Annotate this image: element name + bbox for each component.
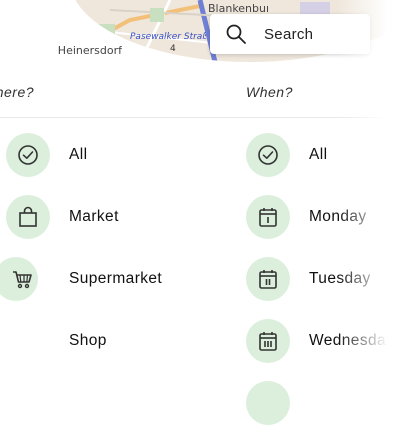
where-item-shop[interactable]: Shop (0, 319, 230, 363)
when-tuesday-icon-bg (246, 257, 290, 301)
search-bar[interactable]: Search (210, 14, 370, 54)
when-item-all[interactable]: All (240, 133, 400, 177)
where-item-market[interactable]: Market (0, 195, 230, 239)
map-label-route: 4 (170, 44, 176, 54)
calendar-i-icon (259, 208, 277, 227)
check-circle-icon (18, 145, 38, 165)
cart-icon (13, 271, 32, 289)
where-all-icon-bg (6, 133, 50, 177)
when-item-label: Tuesday (309, 270, 371, 287)
where-header: Where? (0, 84, 72, 100)
where-item-label: Supermarket (69, 270, 163, 287)
when-item-tuesday[interactable]: Tuesday (240, 257, 400, 301)
where-item-all[interactable]: All (0, 133, 230, 177)
where-header-text: Where? (0, 84, 35, 100)
when-item-label: Monday (309, 208, 367, 225)
divider (0, 117, 382, 118)
when-wednesday-icon-bg (246, 319, 290, 363)
map-label-district: Heinersdorf (58, 44, 122, 57)
when-next-icon-bg (246, 381, 290, 425)
when-item-label: All (309, 146, 328, 163)
bag-icon (19, 206, 37, 227)
where-item-supermarket[interactable]: Supermarket (0, 257, 230, 301)
where-market-icon-bg (6, 195, 50, 239)
when-item-label: Wednesday (309, 332, 395, 349)
where-item-label: Market (69, 208, 119, 225)
search-icon (226, 24, 246, 44)
when-monday-icon-bg (246, 195, 290, 239)
calendar-iii-icon (259, 332, 277, 351)
where-item-label: Shop (69, 332, 107, 349)
map-label-street: Pasewalker Straße (130, 32, 206, 42)
calendar-ii-icon (259, 270, 277, 289)
when-item-wednesday[interactable]: Wednesday (240, 319, 400, 363)
search-label: Search (264, 25, 314, 43)
when-item-monday[interactable]: Monday (240, 195, 400, 239)
where-supermarket-icon-bg (0, 257, 38, 301)
check-circle-icon (258, 145, 278, 165)
when-header: When? (246, 84, 293, 100)
when-all-icon-bg (246, 133, 290, 177)
where-item-label: All (69, 146, 88, 163)
